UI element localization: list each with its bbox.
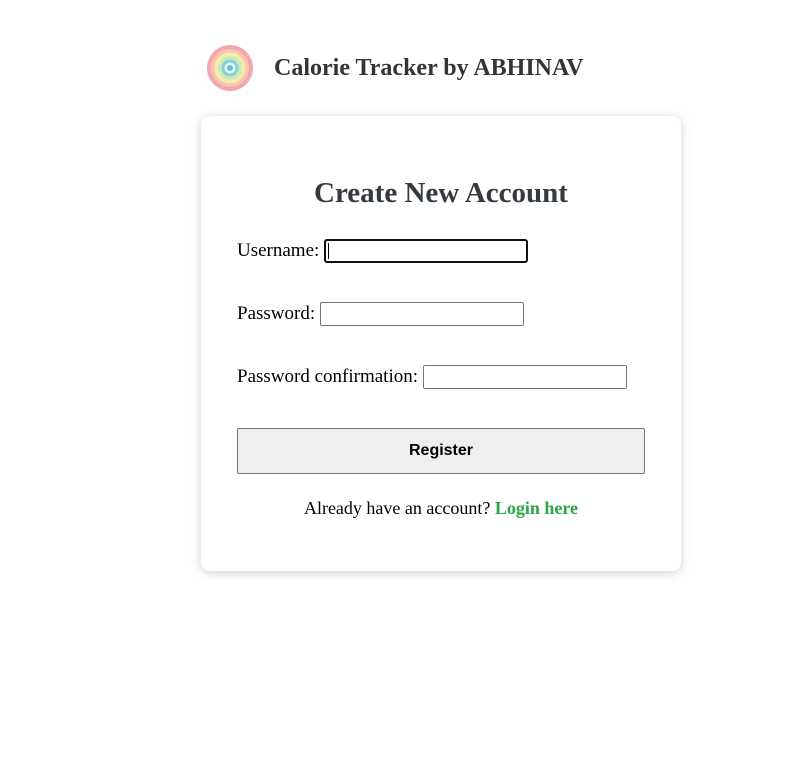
username-label: Username: bbox=[237, 240, 320, 261]
password-label: Password: bbox=[237, 303, 316, 324]
password-row: Password: bbox=[237, 302, 525, 326]
concentric-rings-logo-icon bbox=[207, 45, 253, 91]
password-confirmation-label: Password confirmation: bbox=[237, 366, 419, 387]
app-header: Calorie Tracker by ABHINAV bbox=[206, 44, 584, 92]
username-row: Username: bbox=[237, 239, 529, 263]
page-title: Create New Account bbox=[314, 177, 568, 209]
text-caret bbox=[328, 243, 330, 259]
login-prompt: Already have an account? Login here bbox=[201, 498, 681, 519]
password-confirmation-row: Password confirmation: bbox=[237, 365, 628, 389]
password-input[interactable] bbox=[320, 302, 525, 326]
password-confirmation-input[interactable] bbox=[423, 365, 628, 389]
username-input[interactable] bbox=[324, 239, 529, 263]
app-title: Calorie Tracker by ABHINAV bbox=[274, 54, 584, 81]
register-card: Create New Account Username: Password: P… bbox=[201, 116, 681, 571]
login-link[interactable]: Login here bbox=[495, 498, 578, 518]
register-button[interactable]: Register bbox=[237, 428, 645, 474]
login-prompt-text: Already have an account? bbox=[303, 498, 491, 518]
